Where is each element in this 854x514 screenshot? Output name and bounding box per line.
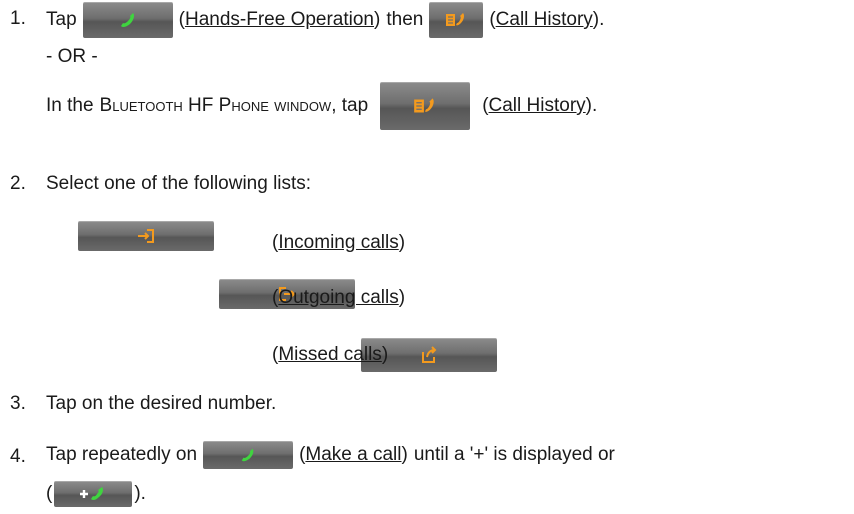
step-number: 4. (10, 446, 26, 467)
step-text: Tap repeatedly on (46, 444, 198, 465)
outgoing-calls-link[interactable]: Outgoing calls (278, 287, 398, 308)
step-text-2: until a '+' is displayed or (413, 444, 615, 465)
call-history-link-2[interactable]: Call History (489, 95, 586, 117)
make-call-button[interactable] (203, 441, 294, 469)
plus-call-icon (80, 487, 104, 501)
window-name: Bluetooth HF Phone window (99, 95, 332, 116)
incoming-calls-button[interactable] (78, 221, 214, 251)
incoming-calls-option[interactable]: (Incoming calls) (272, 232, 405, 254)
missed-calls-link[interactable]: Missed calls (278, 344, 381, 365)
then-text: then (386, 9, 424, 30)
step-number: 3. (10, 393, 26, 414)
step-number: 2. (10, 173, 26, 194)
missed-calls-option[interactable]: (Missed calls) (272, 344, 388, 366)
tap-text-2: , tap (331, 95, 369, 116)
call-history-link[interactable]: Call History (496, 9, 593, 31)
call-history-button[interactable] (429, 2, 484, 38)
incoming-calls-link[interactable]: Incoming calls (278, 232, 398, 253)
or-text: - OR - (46, 46, 98, 67)
step-text: Select one of the following lists: (46, 173, 312, 194)
outgoing-calls-option[interactable]: (Outgoing calls) (272, 287, 405, 309)
in-the-text: In the (46, 95, 94, 116)
step-text: Tap on the desired number. (46, 393, 277, 414)
plus-call-button[interactable] (54, 481, 133, 507)
missed-call-icon (421, 346, 436, 363)
step-number: 1. (10, 8, 26, 29)
call-history-icon (446, 13, 465, 26)
make-call-link[interactable]: Make a call (305, 444, 401, 466)
tap-text: Tap (46, 9, 77, 30)
hands-free-link[interactable]: Hands-Free Operation (185, 9, 374, 31)
incoming-call-icon (138, 229, 154, 243)
hands-free-button[interactable] (82, 2, 173, 38)
make-call-icon (241, 448, 254, 462)
call-history-icon (414, 98, 434, 113)
phone-handset-icon (120, 13, 134, 28)
call-history-button-2[interactable] (380, 82, 471, 130)
